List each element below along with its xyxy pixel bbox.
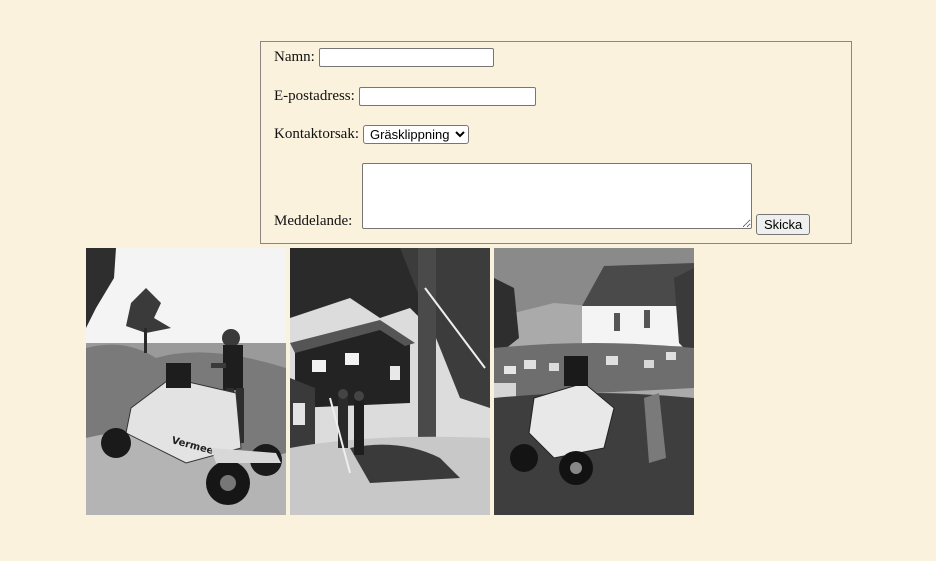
stump-grinder-operator-photo: Vermeer bbox=[86, 248, 286, 515]
reason-row: Kontaktorsak: Gräsklippning bbox=[274, 125, 469, 144]
name-label: Namn: bbox=[274, 49, 315, 65]
reason-label: Kontaktorsak: bbox=[274, 126, 359, 142]
photo-icon bbox=[494, 248, 694, 515]
churchyard-stump-grinder-photo bbox=[494, 248, 694, 515]
contact-form: Namn: E-postadress: Kontaktorsak: Gräskl… bbox=[260, 41, 852, 244]
send-button[interactable]: Skicka bbox=[756, 214, 811, 235]
photo-icon bbox=[290, 248, 490, 515]
email-label: E-postadress: bbox=[274, 88, 355, 104]
tree-felling-photo bbox=[290, 248, 490, 515]
email-row: E-postadress: bbox=[274, 87, 536, 106]
reason-select[interactable]: Gräsklippning bbox=[362, 125, 469, 144]
email-field[interactable] bbox=[358, 87, 536, 106]
message-label: Meddelande: bbox=[274, 213, 353, 229]
message-textarea[interactable] bbox=[362, 163, 752, 229]
name-field[interactable] bbox=[318, 48, 494, 67]
photo-icon: Vermeer bbox=[86, 248, 286, 515]
message-row: Meddelande: Skicka bbox=[274, 163, 834, 235]
name-row: Namn: bbox=[274, 48, 494, 67]
